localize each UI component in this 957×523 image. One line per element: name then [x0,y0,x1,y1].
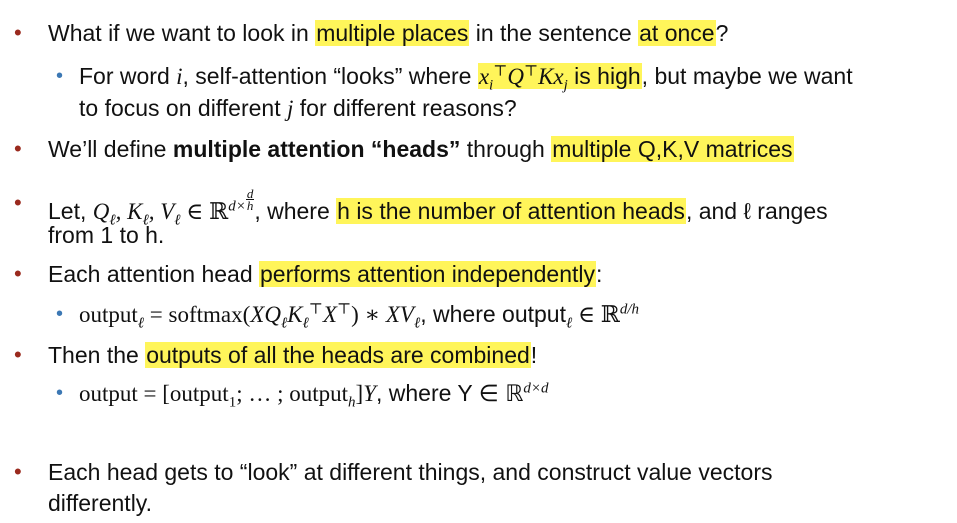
bullet-dot: • [14,190,22,215]
bullet-dot: • [56,382,64,404]
text: ! [530,342,538,368]
text: , self-attention “looks” where [182,63,478,89]
text: We’ll define [48,136,173,162]
highlight-multiple-places: multiple places [315,20,470,46]
highlight-qkv-matrices: multiple Q,K,V matrices [551,136,794,162]
subbullet-word-i: • For word i, self-attention “looks” whe… [56,61,853,94]
text: Each head gets to “look” at different th… [48,459,773,485]
bullet-each-head-line2: differently. [48,488,152,518]
text: ? [715,20,729,46]
text: differently. [48,490,152,516]
bullet-dot: • [14,136,22,161]
text: , where [254,198,337,224]
math-x: x [478,64,490,89]
math-output: output [79,381,138,406]
text: , and ℓ ranges [685,198,828,224]
text: for different reasons? [293,95,517,121]
highlight-at-once: at once [638,20,716,46]
highlight-score: xi⊤Q⊤Kxj is high [477,63,642,94]
bullet-dot: • [14,459,22,484]
text: to focus on different [79,95,287,121]
bullet-let-q: • Let, Qℓ, Kℓ, Vℓ ∈ ℝd× d h, where h is th… [14,186,828,229]
text: , but maybe we want [641,63,853,89]
text: through [460,136,552,162]
bullet-dot: • [14,342,22,367]
text: , where output [420,301,566,327]
text: What if we want to look in [48,20,316,46]
bullet-multiple-places: • What if we want to look in multiple pl… [14,18,729,48]
highlight-independently: performs attention independently [259,261,596,287]
text: in the sentence [469,20,639,46]
highlight-combined: outputs of all the heads are combined [145,342,531,368]
text: Each attention head [48,261,259,287]
bullet-let-q-line2: from 1 to h. [48,220,164,250]
text: For word [79,63,177,89]
bullet-combined: • Then the outputs of all the heads are … [14,340,538,370]
subbullet-word-i-line2: to focus on different j for different re… [79,93,517,124]
bullet-dot: • [56,303,64,325]
text: : [596,261,603,287]
bullet-each-head: • Each head gets to “look” at different … [14,457,773,487]
slide: • What if we want to look in multiple pl… [0,0,957,523]
bullet-dot: • [14,261,22,286]
bold-attention-heads: multiple attention “heads” [172,136,461,162]
text: Then the [48,342,146,368]
text: from 1 to h. [48,222,165,248]
bullet-dot: • [56,65,64,87]
subbullet-output-l: • outputℓ = softmax(XQℓKℓ⊤X⊤) ∗ XVℓ, whe… [56,301,640,332]
bullet-independent: • Each attention head performs attention… [14,259,603,289]
text: is high [567,63,641,89]
bullet-dot: • [14,20,22,45]
subbullet-output: • output = [output1; … ; outputh]Y, wher… [56,380,549,411]
bullet-attention-heads: • We’ll define multiple attention “heads… [14,134,794,164]
highlight-h-heads: h is the number of attention heads [336,198,686,224]
math-output: output [79,302,138,327]
text: , where Y ∈ ℝ [375,380,524,406]
